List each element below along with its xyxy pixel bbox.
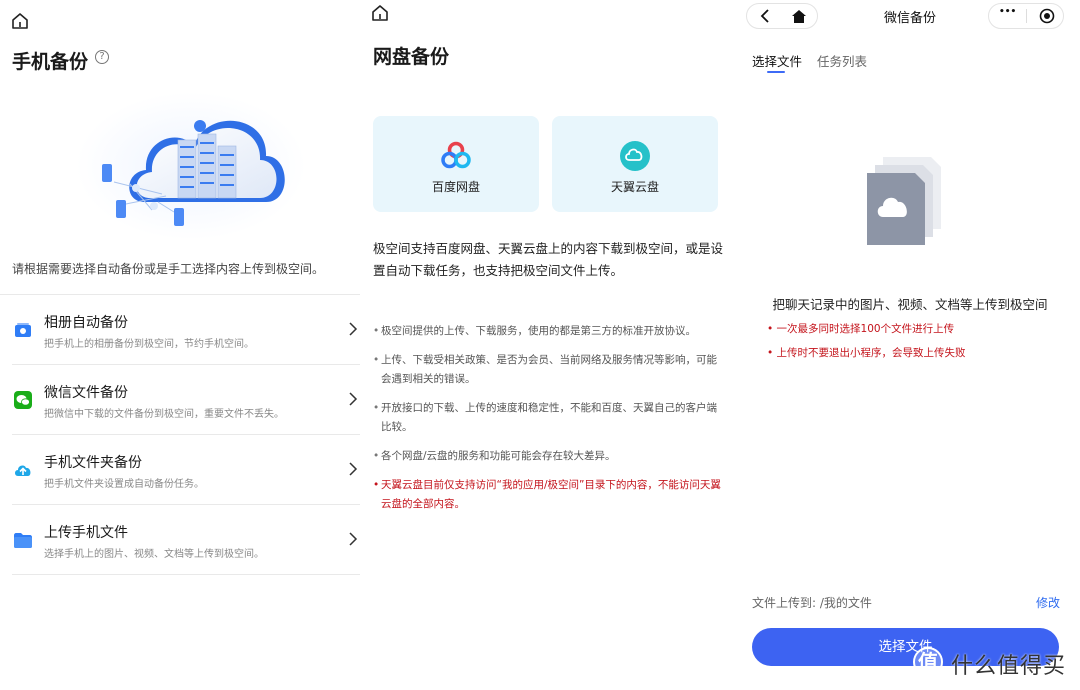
baidu-netdisk-icon xyxy=(441,141,471,169)
menu-item-title: 上传手机文件 xyxy=(44,525,128,541)
watermark-text: 什么值得买 xyxy=(951,654,1067,679)
note-item: 各个网盘/云盘的服务和功能可能会存在较大差异。 xyxy=(373,447,725,466)
instruction-text: 把聊天记录中的图片、视频、文档等上传到极空间 xyxy=(772,297,1048,312)
page-title: 手机备份 xyxy=(12,51,89,73)
album-auto-backup-item[interactable]: 相册自动备份 把手机上的相册备份到极空间，节约手机空间。 xyxy=(0,295,362,365)
tianyi-cloud-icon xyxy=(620,141,650,171)
cloud-drive-backup-panel: 网盘备份 百度网盘 天翼云盘 极空间支持百度网盘、天翼云盘上的内容下载到极空间，… xyxy=(362,0,734,690)
menu-item-subtitle: 选择手机上的图片、视频、文档等上传到极空间。 xyxy=(44,549,264,560)
page-description: 极空间支持百度网盘、天翼云盘上的内容下载到极空间，或是设置自动下载任务，也支持把… xyxy=(373,241,724,278)
note-item: 极空间提供的上传、下载服务，使用的都是第三方的标准开放协议。 xyxy=(373,322,725,341)
menu-item-subtitle: 把微信中下载的文件备份到极空间，重要文件不丢失。 xyxy=(44,409,284,420)
card-label: 百度网盘 xyxy=(431,180,480,194)
wechat-backup-panel: 微信备份 ••• 选择文件 任务列表 把聊天记录中的图片、视频、文档等上传到极空… xyxy=(740,0,1080,690)
divider xyxy=(12,574,360,575)
chevron-right-icon xyxy=(349,322,358,336)
chevron-right-icon xyxy=(349,462,358,476)
home-icon[interactable] xyxy=(370,3,390,23)
tianyi-cloud-card[interactable]: 天翼云盘 xyxy=(552,116,718,212)
chevron-right-icon xyxy=(349,532,358,546)
bullet: • xyxy=(767,323,777,335)
cloud-server-illustration xyxy=(76,92,306,240)
menu-item-title: 手机文件夹备份 xyxy=(44,455,142,471)
upload-cloud-icon xyxy=(13,460,33,480)
baidu-netdisk-card[interactable]: 百度网盘 xyxy=(373,116,539,212)
upload-phone-files-item[interactable]: 上传手机文件 选择手机上的图片、视频、文档等上传到极空间。 xyxy=(0,505,362,575)
edit-destination-link[interactable]: 修改 xyxy=(1036,594,1060,611)
menu-item-subtitle: 把手机文件夹设置成自动备份任务。 xyxy=(44,479,204,490)
upload-destination: 文件上传到: /我的文件 xyxy=(752,596,872,610)
help-icon[interactable]: ? xyxy=(95,50,109,64)
wechat-icon xyxy=(13,390,33,410)
note-item: 上传、下载受相关政策、是否为会员、当前网络及服务情况等影响，可能会遇到相关的错误… xyxy=(373,351,725,389)
watermark: 值 什么值得买 xyxy=(913,645,1078,683)
close-miniprogram-icon[interactable] xyxy=(1039,8,1055,24)
menu-item-title: 相册自动备份 xyxy=(44,315,128,331)
tab-task-list[interactable]: 任务列表 xyxy=(817,51,867,70)
menu-item-subtitle: 把手机上的相册备份到极空间，节约手机空间。 xyxy=(44,339,254,350)
chevron-right-icon xyxy=(349,392,358,406)
watermark-logo-icon: 值 xyxy=(913,647,943,677)
capsule-divider xyxy=(1026,9,1027,23)
phone-folder-backup-item[interactable]: 手机文件夹备份 把手机文件夹设置成自动备份任务。 xyxy=(0,435,362,505)
warning-note-item: 天翼云盘目前仅支持访问“我的应用/极空间”目录下的内容，不能访问天翼云盘的全部内… xyxy=(373,476,725,514)
notes-list: 极空间提供的上传、下载服务，使用的都是第三方的标准开放协议。 上传、下载受相关政… xyxy=(373,322,725,524)
phone-backup-panel: 手机备份 ? 请根据需要选择自动备份或是手工选择内容上传到极空间。 相册自动备份… xyxy=(0,0,362,690)
card-label: 天翼云盘 xyxy=(610,180,659,194)
home-icon[interactable] xyxy=(10,11,30,31)
active-tab-indicator xyxy=(767,71,785,73)
warning-note-item: • 一次最多同时选择100个文件进行上传 xyxy=(767,321,954,336)
menu-item-title: 微信文件备份 xyxy=(44,385,128,401)
note-text: 上传时不要退出小程序，会导致上传失败 xyxy=(776,347,966,359)
page-description: 请根据需要选择自动备份或是手工选择内容上传到极空间。 xyxy=(12,262,325,276)
folder-icon xyxy=(13,530,33,550)
warning-note-item: • 上传时不要退出小程序，会导致上传失败 xyxy=(767,345,966,360)
page-title: 网盘备份 xyxy=(373,46,450,68)
note-text: 一次最多同时选择100个文件进行上传 xyxy=(776,323,955,335)
album-icon xyxy=(13,320,33,340)
bullet: • xyxy=(767,347,777,359)
miniprogram-capsule: ••• xyxy=(988,3,1064,29)
note-item: 开放接口的下载、上传的速度和稳定性，不能和百度、天翼自己的客户端比较。 xyxy=(373,399,725,437)
cloud-document-icon xyxy=(867,157,941,245)
more-icon[interactable]: ••• xyxy=(999,7,1016,17)
wechat-file-backup-item[interactable]: 微信文件备份 把微信中下载的文件备份到极空间，重要文件不丢失。 xyxy=(0,365,362,435)
tab-select-files[interactable]: 选择文件 xyxy=(752,51,802,70)
